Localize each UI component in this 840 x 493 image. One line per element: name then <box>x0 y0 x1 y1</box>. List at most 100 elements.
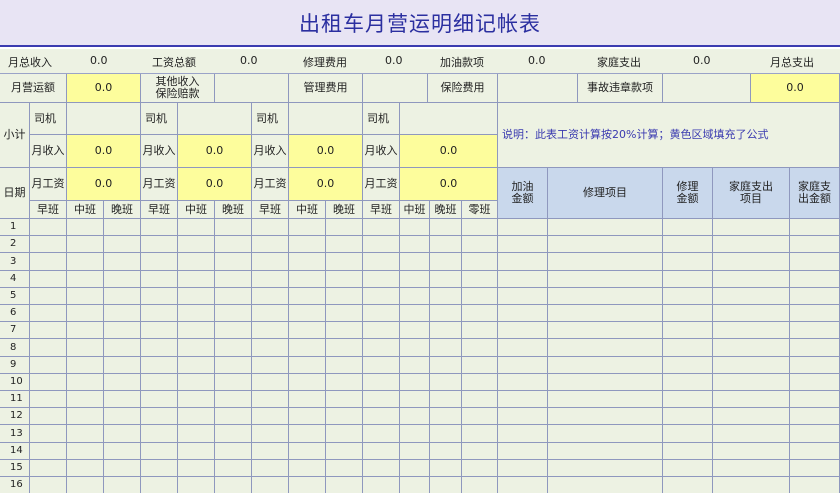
table-cell[interactable] <box>430 253 462 271</box>
table-cell[interactable] <box>790 374 840 391</box>
table-cell[interactable] <box>713 253 790 271</box>
table-cell[interactable] <box>462 322 498 339</box>
table-cell[interactable] <box>326 460 363 477</box>
table-cell[interactable] <box>790 219 840 236</box>
table-cell[interactable] <box>462 236 498 253</box>
management-value[interactable] <box>363 74 428 103</box>
table-cell[interactable] <box>400 236 430 253</box>
table-cell[interactable] <box>67 477 104 493</box>
table-cell[interactable] <box>252 305 289 322</box>
table-cell[interactable] <box>663 322 713 339</box>
table-cell[interactable] <box>67 305 104 322</box>
table-cell[interactable] <box>498 236 548 253</box>
driver-name-3[interactable] <box>289 103 363 135</box>
table-cell[interactable] <box>178 477 215 493</box>
table-cell[interactable] <box>289 253 326 271</box>
table-cell[interactable] <box>141 443 178 460</box>
table-cell[interactable] <box>178 391 215 408</box>
table-cell[interactable] <box>289 443 326 460</box>
table-cell[interactable] <box>663 443 713 460</box>
table-cell[interactable] <box>462 460 498 477</box>
table-cell[interactable] <box>215 339 252 357</box>
table-cell[interactable] <box>548 339 663 357</box>
table-cell[interactable] <box>430 236 462 253</box>
table-cell[interactable] <box>430 408 462 425</box>
monthly-income-value-2[interactable]: 0.0 <box>178 135 252 168</box>
table-cell[interactable] <box>548 425 663 443</box>
table-cell[interactable] <box>548 288 663 305</box>
table-cell[interactable] <box>713 339 790 357</box>
table-cell[interactable] <box>790 408 840 425</box>
table-cell[interactable] <box>289 305 326 322</box>
table-cell[interactable] <box>462 339 498 357</box>
table-cell[interactable] <box>663 219 713 236</box>
table-cell[interactable] <box>548 322 663 339</box>
table-cell[interactable] <box>104 219 141 236</box>
table-cell[interactable] <box>548 391 663 408</box>
table-cell[interactable] <box>104 322 141 339</box>
table-cell[interactable] <box>215 391 252 408</box>
table-cell[interactable] <box>252 425 289 443</box>
summary-value-fuel[interactable]: 0.0 <box>528 54 546 67</box>
table-cell[interactable] <box>30 236 67 253</box>
table-cell[interactable] <box>141 477 178 493</box>
table-cell[interactable] <box>713 271 790 288</box>
table-cell[interactable] <box>178 253 215 271</box>
table-cell[interactable] <box>363 339 400 357</box>
table-cell[interactable] <box>548 374 663 391</box>
table-cell[interactable] <box>363 374 400 391</box>
table-cell[interactable] <box>400 391 430 408</box>
table-cell[interactable] <box>289 408 326 425</box>
table-cell[interactable] <box>141 253 178 271</box>
table-cell[interactable] <box>289 236 326 253</box>
table-cell[interactable] <box>30 322 67 339</box>
table-cell[interactable] <box>462 253 498 271</box>
table-cell[interactable] <box>252 443 289 460</box>
table-cell[interactable] <box>498 271 548 288</box>
table-cell[interactable] <box>104 425 141 443</box>
table-cell[interactable] <box>548 305 663 322</box>
table-cell[interactable] <box>289 460 326 477</box>
table-cell[interactable] <box>178 443 215 460</box>
table-cell[interactable] <box>548 460 663 477</box>
table-cell[interactable] <box>30 443 67 460</box>
summary-value-total-income[interactable]: 0.0 <box>90 54 108 67</box>
table-cell[interactable] <box>141 271 178 288</box>
table-cell[interactable] <box>363 460 400 477</box>
table-cell[interactable] <box>252 288 289 305</box>
table-cell[interactable] <box>663 408 713 425</box>
table-cell[interactable] <box>141 391 178 408</box>
table-cell[interactable] <box>326 477 363 493</box>
table-cell[interactable] <box>30 271 67 288</box>
table-cell[interactable] <box>548 477 663 493</box>
table-cell[interactable] <box>30 374 67 391</box>
accident-value[interactable] <box>663 74 751 103</box>
table-cell[interactable] <box>498 288 548 305</box>
table-cell[interactable] <box>104 253 141 271</box>
table-cell[interactable] <box>326 219 363 236</box>
table-cell[interactable] <box>790 288 840 305</box>
table-cell[interactable] <box>141 305 178 322</box>
table-cell[interactable] <box>790 443 840 460</box>
table-cell[interactable] <box>141 322 178 339</box>
table-cell[interactable] <box>252 271 289 288</box>
total-expense-value[interactable]: 0.0 <box>751 74 840 103</box>
table-cell[interactable] <box>326 253 363 271</box>
table-cell[interactable] <box>430 219 462 236</box>
table-cell[interactable] <box>326 322 363 339</box>
table-cell[interactable] <box>400 477 430 493</box>
table-cell[interactable] <box>289 477 326 493</box>
table-cell[interactable] <box>430 288 462 305</box>
table-cell[interactable] <box>363 305 400 322</box>
table-cell[interactable] <box>713 219 790 236</box>
summary-value-repair[interactable]: 0.0 <box>385 54 403 67</box>
table-cell[interactable] <box>430 443 462 460</box>
table-cell[interactable] <box>141 425 178 443</box>
table-cell[interactable] <box>462 357 498 374</box>
monthly-op-value[interactable]: 0.0 <box>67 74 141 103</box>
table-cell[interactable] <box>30 253 67 271</box>
table-cell[interactable] <box>363 357 400 374</box>
table-cell[interactable] <box>548 357 663 374</box>
table-cell[interactable] <box>498 477 548 493</box>
table-cell[interactable] <box>400 288 430 305</box>
